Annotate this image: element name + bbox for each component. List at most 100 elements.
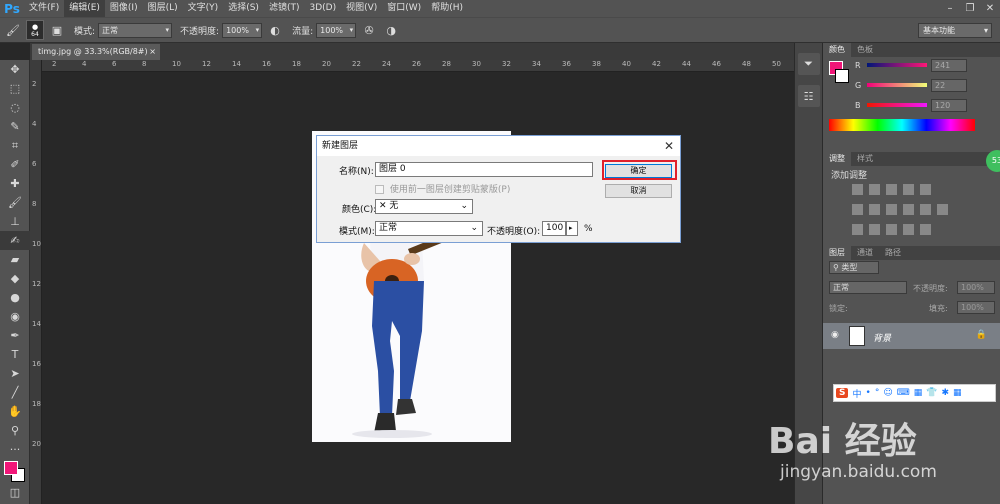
line-tool-icon[interactable]: ╱ [0, 383, 30, 402]
menu-select[interactable]: 选择(S) [223, 0, 264, 17]
clip-mask-option[interactable]: 使用前一图层创建剪贴蒙版(P) [375, 182, 510, 195]
history-panel-icon[interactable]: ⏷ [797, 53, 820, 75]
close-button[interactable]: ✕ [980, 0, 1000, 17]
color-swatches[interactable] [0, 459, 29, 483]
color-spectrum[interactable] [829, 119, 975, 131]
layer-row-background[interactable]: ◉ 背景 🔒 [823, 323, 1000, 349]
tab-channels[interactable]: 通道 [851, 246, 879, 260]
color-background-swatch[interactable] [835, 69, 849, 83]
properties-panel-icon[interactable]: ☷ [797, 85, 820, 107]
r-slider[interactable] [867, 63, 927, 67]
brush-panel-icon[interactable]: ▣ [48, 21, 66, 39]
healing-tool-icon[interactable]: ✚ [0, 174, 30, 193]
type-tool-icon[interactable]: T [0, 345, 30, 364]
b-slider[interactable] [867, 103, 927, 107]
pressure-size-icon[interactable]: ◑ [382, 21, 400, 39]
clone-stamp-tool-icon[interactable]: ⊥ [0, 212, 30, 231]
ime-menu-icon[interactable]: ▦ [953, 388, 962, 398]
hue-icon[interactable] [852, 204, 863, 215]
menu-image[interactable]: 图像(I) [105, 0, 143, 17]
blend-mode-select[interactable]: 正常 [829, 281, 907, 294]
brush-tool-icon[interactable]: 🖌 [4, 21, 22, 39]
cancel-button[interactable]: 取消 [605, 184, 672, 198]
channel-mixer-icon[interactable] [920, 204, 931, 215]
clip-mask-checkbox[interactable] [375, 185, 384, 194]
opacity-stepper[interactable]: ▸ [566, 221, 578, 236]
ime-chinese-toggle[interactable]: 中 [852, 387, 861, 400]
color-select[interactable]: ✕ 无 ⌄ [375, 199, 473, 214]
selective-color-icon[interactable] [903, 224, 914, 235]
tab-layers[interactable]: 图层 [823, 246, 851, 260]
hand-tool-icon[interactable]: ✋ [0, 402, 30, 421]
ime-settings-icon[interactable]: ✱ [941, 388, 949, 398]
pressure-opacity-icon[interactable]: ◐ [266, 21, 284, 39]
g-value[interactable]: 22 [931, 79, 967, 92]
tab-adjustments[interactable]: 调整 [823, 152, 851, 166]
quick-select-tool-icon[interactable]: ✎ [0, 117, 30, 136]
eye-icon[interactable]: ◉ [831, 330, 839, 340]
layer-opacity-field[interactable]: 100% [957, 281, 995, 294]
r-value[interactable]: 241 [931, 59, 967, 72]
more-tools-icon[interactable]: ··· [0, 440, 30, 459]
ime-punct-toggle[interactable]: • [866, 388, 871, 398]
menu-window[interactable]: 窗口(W) [382, 0, 426, 17]
dodge-tool-icon[interactable]: ◉ [0, 307, 30, 326]
workspace-select[interactable]: 基本功能 ▾ [918, 23, 992, 38]
threshold-icon[interactable] [886, 224, 897, 235]
document-tab[interactable]: timg.jpg @ 33.3%(RGB/8#) × [32, 44, 160, 60]
airbrush-icon[interactable]: ✇ [360, 21, 378, 39]
ime-width-toggle[interactable]: ° [875, 388, 880, 398]
ime-toolbox-icon[interactable]: ▦ [914, 388, 923, 398]
paint-bucket-tool-icon[interactable]: ◆ [0, 269, 30, 288]
brightness-icon[interactable] [852, 184, 863, 195]
dialog-close-icon[interactable]: ✕ [664, 136, 674, 156]
layer-filter-select[interactable]: ⚲ 类型 [829, 261, 879, 274]
menu-3d[interactable]: 3D(D) [304, 0, 341, 17]
opacity-field[interactable]: 100% ▾ [222, 22, 263, 38]
tab-paths[interactable]: 路径 [879, 246, 907, 260]
menu-type[interactable]: 文字(Y) [183, 0, 224, 17]
exposure-icon[interactable] [903, 184, 914, 195]
brush-preset-picker[interactable]: ● 64 [26, 20, 44, 40]
lookup-icon[interactable] [937, 204, 948, 215]
ime-logo[interactable]: S [836, 388, 849, 398]
menu-file[interactable]: 文件(F) [24, 0, 64, 17]
menu-layer[interactable]: 图层(L) [143, 0, 183, 17]
ime-skin-icon[interactable]: 👕 [926, 388, 937, 398]
move-tool-icon[interactable]: ✥ [0, 60, 30, 79]
gradient-map-icon[interactable] [920, 224, 931, 235]
mode-select[interactable]: 正常 ▾ [98, 22, 173, 38]
mode-select[interactable]: 正常 ⌄ [375, 221, 483, 236]
fill-field[interactable]: 100% [957, 301, 995, 314]
eraser-tool-icon[interactable]: ▰ [0, 250, 30, 269]
foreground-color[interactable] [4, 461, 18, 475]
marquee-tool-icon[interactable]: ⬚ [0, 79, 30, 98]
opacity-input[interactable]: 100 [542, 221, 566, 236]
menu-filter[interactable]: 滤镜(T) [264, 0, 305, 17]
levels-icon[interactable] [869, 184, 880, 195]
tab-swatches[interactable]: 色板 [851, 43, 879, 57]
restore-button[interactable]: ❐ [960, 0, 980, 17]
brush-tool-icon[interactable]: 🖌 [0, 193, 30, 212]
menu-edit[interactable]: 编辑(E) [64, 0, 105, 17]
b-value[interactable]: 120 [931, 99, 967, 112]
invert-icon[interactable] [852, 224, 863, 235]
eyedropper-tool-icon[interactable]: ✐ [0, 155, 30, 174]
bw-icon[interactable] [886, 204, 897, 215]
pen-tool-icon[interactable]: ✒ [0, 326, 30, 345]
quick-mask-icon[interactable]: ◫ [0, 483, 30, 502]
photo-filter-icon[interactable] [903, 204, 914, 215]
tab-color[interactable]: 颜色 [823, 43, 851, 57]
close-tab-icon[interactable]: × [149, 44, 156, 60]
blur-tool-icon[interactable]: ● [0, 288, 30, 307]
zoom-tool-icon[interactable]: ⚲ [0, 421, 30, 440]
minimize-button[interactable]: – [940, 0, 960, 17]
balance-icon[interactable] [869, 204, 880, 215]
vibrance-icon[interactable] [920, 184, 931, 195]
ime-emoji-icon[interactable]: ☺ [883, 388, 892, 398]
path-select-tool-icon[interactable]: ➤ [0, 364, 30, 383]
crop-tool-icon[interactable]: ⌗ [0, 136, 30, 155]
layer-name-input[interactable]: 图层 0 [375, 162, 593, 177]
g-slider[interactable] [867, 83, 927, 87]
curves-icon[interactable] [886, 184, 897, 195]
